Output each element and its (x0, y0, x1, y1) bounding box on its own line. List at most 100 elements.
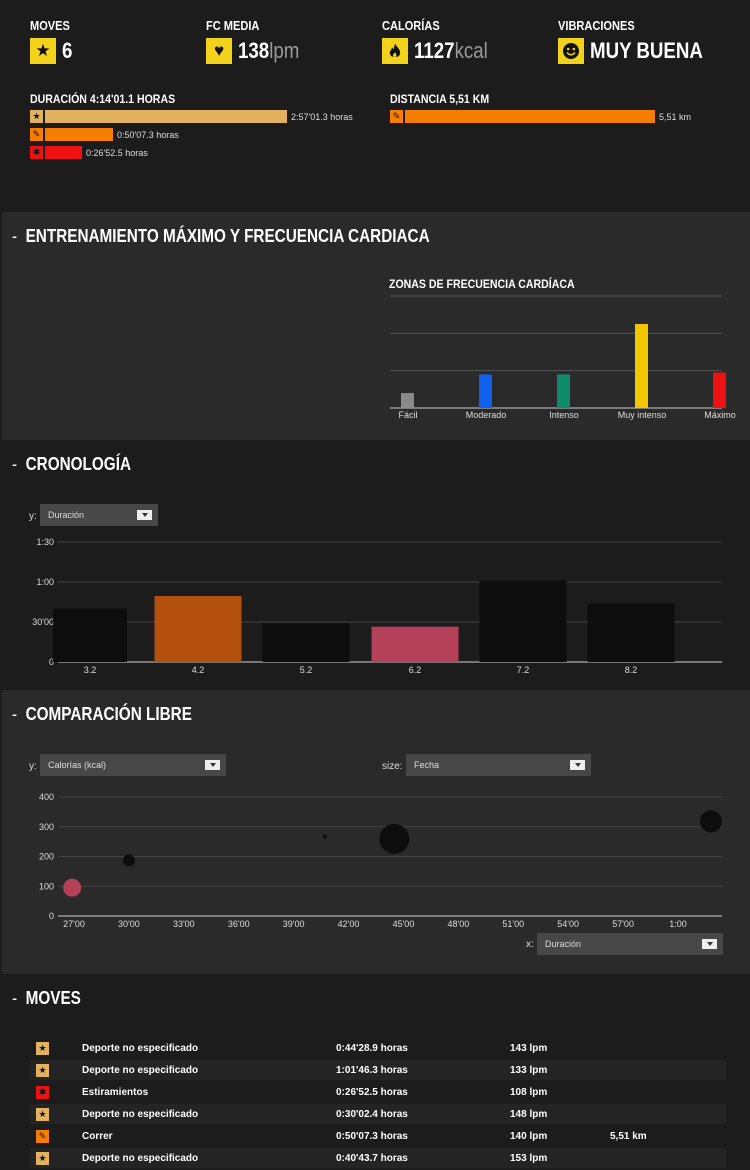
smiley-icon (558, 38, 584, 64)
scatter-point (379, 823, 410, 854)
y-tick-label: 200 (39, 852, 54, 862)
x-tick-label: 33'00 (173, 919, 195, 929)
collapse-icon[interactable]: - (12, 988, 17, 1009)
x-tick-label: 1:00 (669, 919, 687, 929)
comparison-section: - COMPARACIÓN LIBRE y: Calorías (kcal) si… (2, 690, 750, 974)
chrono-bar (262, 623, 350, 662)
hr-label: FC MEDIA (206, 18, 260, 33)
chrono-bar (154, 596, 242, 662)
star-icon: ★ (36, 1063, 49, 1077)
zone-label: Muy intenso (618, 410, 667, 420)
zone-bar (635, 324, 648, 408)
x-tick-label: 39'00 (283, 919, 305, 929)
move-sport: Correr (82, 1130, 113, 1142)
mood-value: MUY BUENA (590, 38, 703, 63)
star-icon: ★ (36, 1151, 49, 1165)
star-icon: ★ (30, 38, 56, 64)
x-tick-label: 48'00 (447, 919, 469, 929)
zone-bar (713, 372, 726, 408)
moves-label: MOVES (30, 18, 70, 33)
calories-value: 1127 (414, 38, 455, 63)
summary-bar (45, 128, 113, 141)
scatter-point (699, 810, 722, 833)
x-tick-label: 4.2 (192, 665, 205, 675)
moves-title: MOVES (25, 988, 81, 1008)
move-duration: 0:30'02.4 horas (336, 1108, 408, 1120)
zone-label: Máximo (704, 410, 736, 420)
moves-row[interactable]: ✱ Estiramientos 0:26'52.5 horas 108 lpm (30, 1082, 726, 1102)
x-tick-label: 8.2 (625, 665, 638, 675)
distance-label: DISTANCIA 5,51 KM (390, 92, 490, 106)
training-section: - ENTRENAMIENTO MÁXIMO Y FRECUENCIA CARDI… (2, 212, 750, 440)
calories-unit: kcal (454, 38, 488, 63)
move-duration: 0:40'43.7 horas (336, 1152, 408, 1164)
scatter-point (63, 878, 82, 897)
flame-icon (382, 38, 408, 64)
scatter-point (322, 834, 327, 839)
moves-row[interactable]: ★ Deporte no especificado 0:30'02.4 horas 1… (30, 1104, 726, 1124)
move-sport: Deporte no especificado (82, 1152, 199, 1164)
x-tick-label: 27'00 (63, 919, 85, 929)
chrono-bar (53, 608, 127, 662)
star-icon: ★ (30, 110, 43, 123)
chrono-bar (371, 626, 459, 662)
hr-stat: FC MEDIA ♥ 138lpm (206, 18, 310, 64)
x-tick-label: 5.2 (300, 665, 313, 675)
move-heart-rate: 153 lpm (510, 1152, 548, 1164)
hr-value: 138 (238, 38, 270, 63)
hr-zones-chart: Fácil Moderado Intenso Muy intenso Máximo (390, 295, 736, 420)
calories-label: CALORÍAS (382, 18, 440, 33)
moves-row[interactable]: ✎ Correr 0:50'07.3 horas 140 lpm 5,51 km (30, 1126, 726, 1146)
running-icon: ✎ (390, 110, 403, 123)
star-icon: ★ (36, 1107, 49, 1121)
y-tick-label: 1:00 (36, 577, 54, 587)
star-icon: ★ (36, 1041, 49, 1055)
comparison-scatter-chart: 0 100 200 300 400 27'00 30'00 33'00 36'00 39'00 42… (39, 792, 722, 929)
running-icon: ✎ (30, 128, 43, 141)
zone-bar (401, 393, 414, 408)
y-tick-label: 400 (39, 792, 54, 802)
x-tick-label: 42'00 (338, 919, 360, 929)
stretch-icon: ✱ (36, 1085, 49, 1099)
summary-bar-row: ★ 2:57'01.3 horas (30, 110, 353, 123)
chrono-bar (587, 603, 675, 662)
y-tick-label: 300 (39, 822, 54, 832)
zone-label: Intenso (549, 410, 579, 420)
move-duration: 0:26'52.5 horas (336, 1086, 408, 1098)
x-tick-label: 51'00 (502, 919, 524, 929)
scatter-point (122, 854, 135, 867)
move-heart-rate: 108 lpm (510, 1086, 548, 1098)
calories-stat: CALORÍAS 1127kcal (382, 18, 501, 64)
zone-bar (479, 374, 492, 408)
moves-header[interactable]: - MOVES (12, 988, 81, 1009)
moves-section: - MOVES ★ Deporte no especificado 0:44'28.9… (2, 974, 750, 1170)
summary-bar-value: 0:26'52.5 horas (86, 147, 148, 158)
summary-bar-value: 5,51 km (659, 111, 692, 122)
x-tick-label: 45'00 (393, 919, 415, 929)
x-tick-label: 7.2 (517, 665, 530, 675)
moves-row[interactable]: ★ Deporte no especificado 0:44'28.9 horas 1… (30, 1038, 726, 1058)
summary-bar-row: ✱ 0:26'52.5 horas (30, 146, 148, 159)
running-icon: ✎ (36, 1129, 49, 1143)
moves-row[interactable]: ★ Deporte no especificado 0:40'43.7 horas 1… (30, 1148, 726, 1168)
x-tick-label: 36'00 (228, 919, 250, 929)
x-tick-label: 3.2 (84, 665, 97, 675)
summary-bar (45, 146, 82, 159)
move-sport: Deporte no especificado (82, 1108, 199, 1120)
move-heart-rate: 143 lpm (510, 1042, 548, 1054)
move-sport: Estiramientos (82, 1086, 149, 1098)
move-sport: Deporte no especificado (82, 1064, 199, 1076)
moves-value: 6 (62, 38, 73, 63)
moves-row[interactable]: ★ Deporte no especificado 1:01'46.3 horas 1… (30, 1060, 726, 1080)
move-duration: 0:50'07.3 horas (336, 1130, 408, 1142)
chronology-section: - CRONOLOGÍA y: Duración 0 30'00 1:00 1:30 3.… (2, 440, 750, 690)
move-heart-rate: 133 lpm (510, 1064, 548, 1076)
heart-icon: ♥ (206, 38, 232, 64)
x-tick-label: 6.2 (409, 665, 422, 675)
mood-label: VIBRACIONES (558, 18, 635, 33)
x-tick-label: 54'00 (557, 919, 579, 929)
move-duration: 1:01'46.3 horas (336, 1064, 408, 1076)
move-heart-rate: 148 lpm (510, 1108, 548, 1120)
move-sport: Deporte no especificado (82, 1042, 199, 1054)
summary-panel: MOVES ★ 6 FC MEDIA ♥ 138lpm CALORÍAS 112… (2, 0, 750, 212)
